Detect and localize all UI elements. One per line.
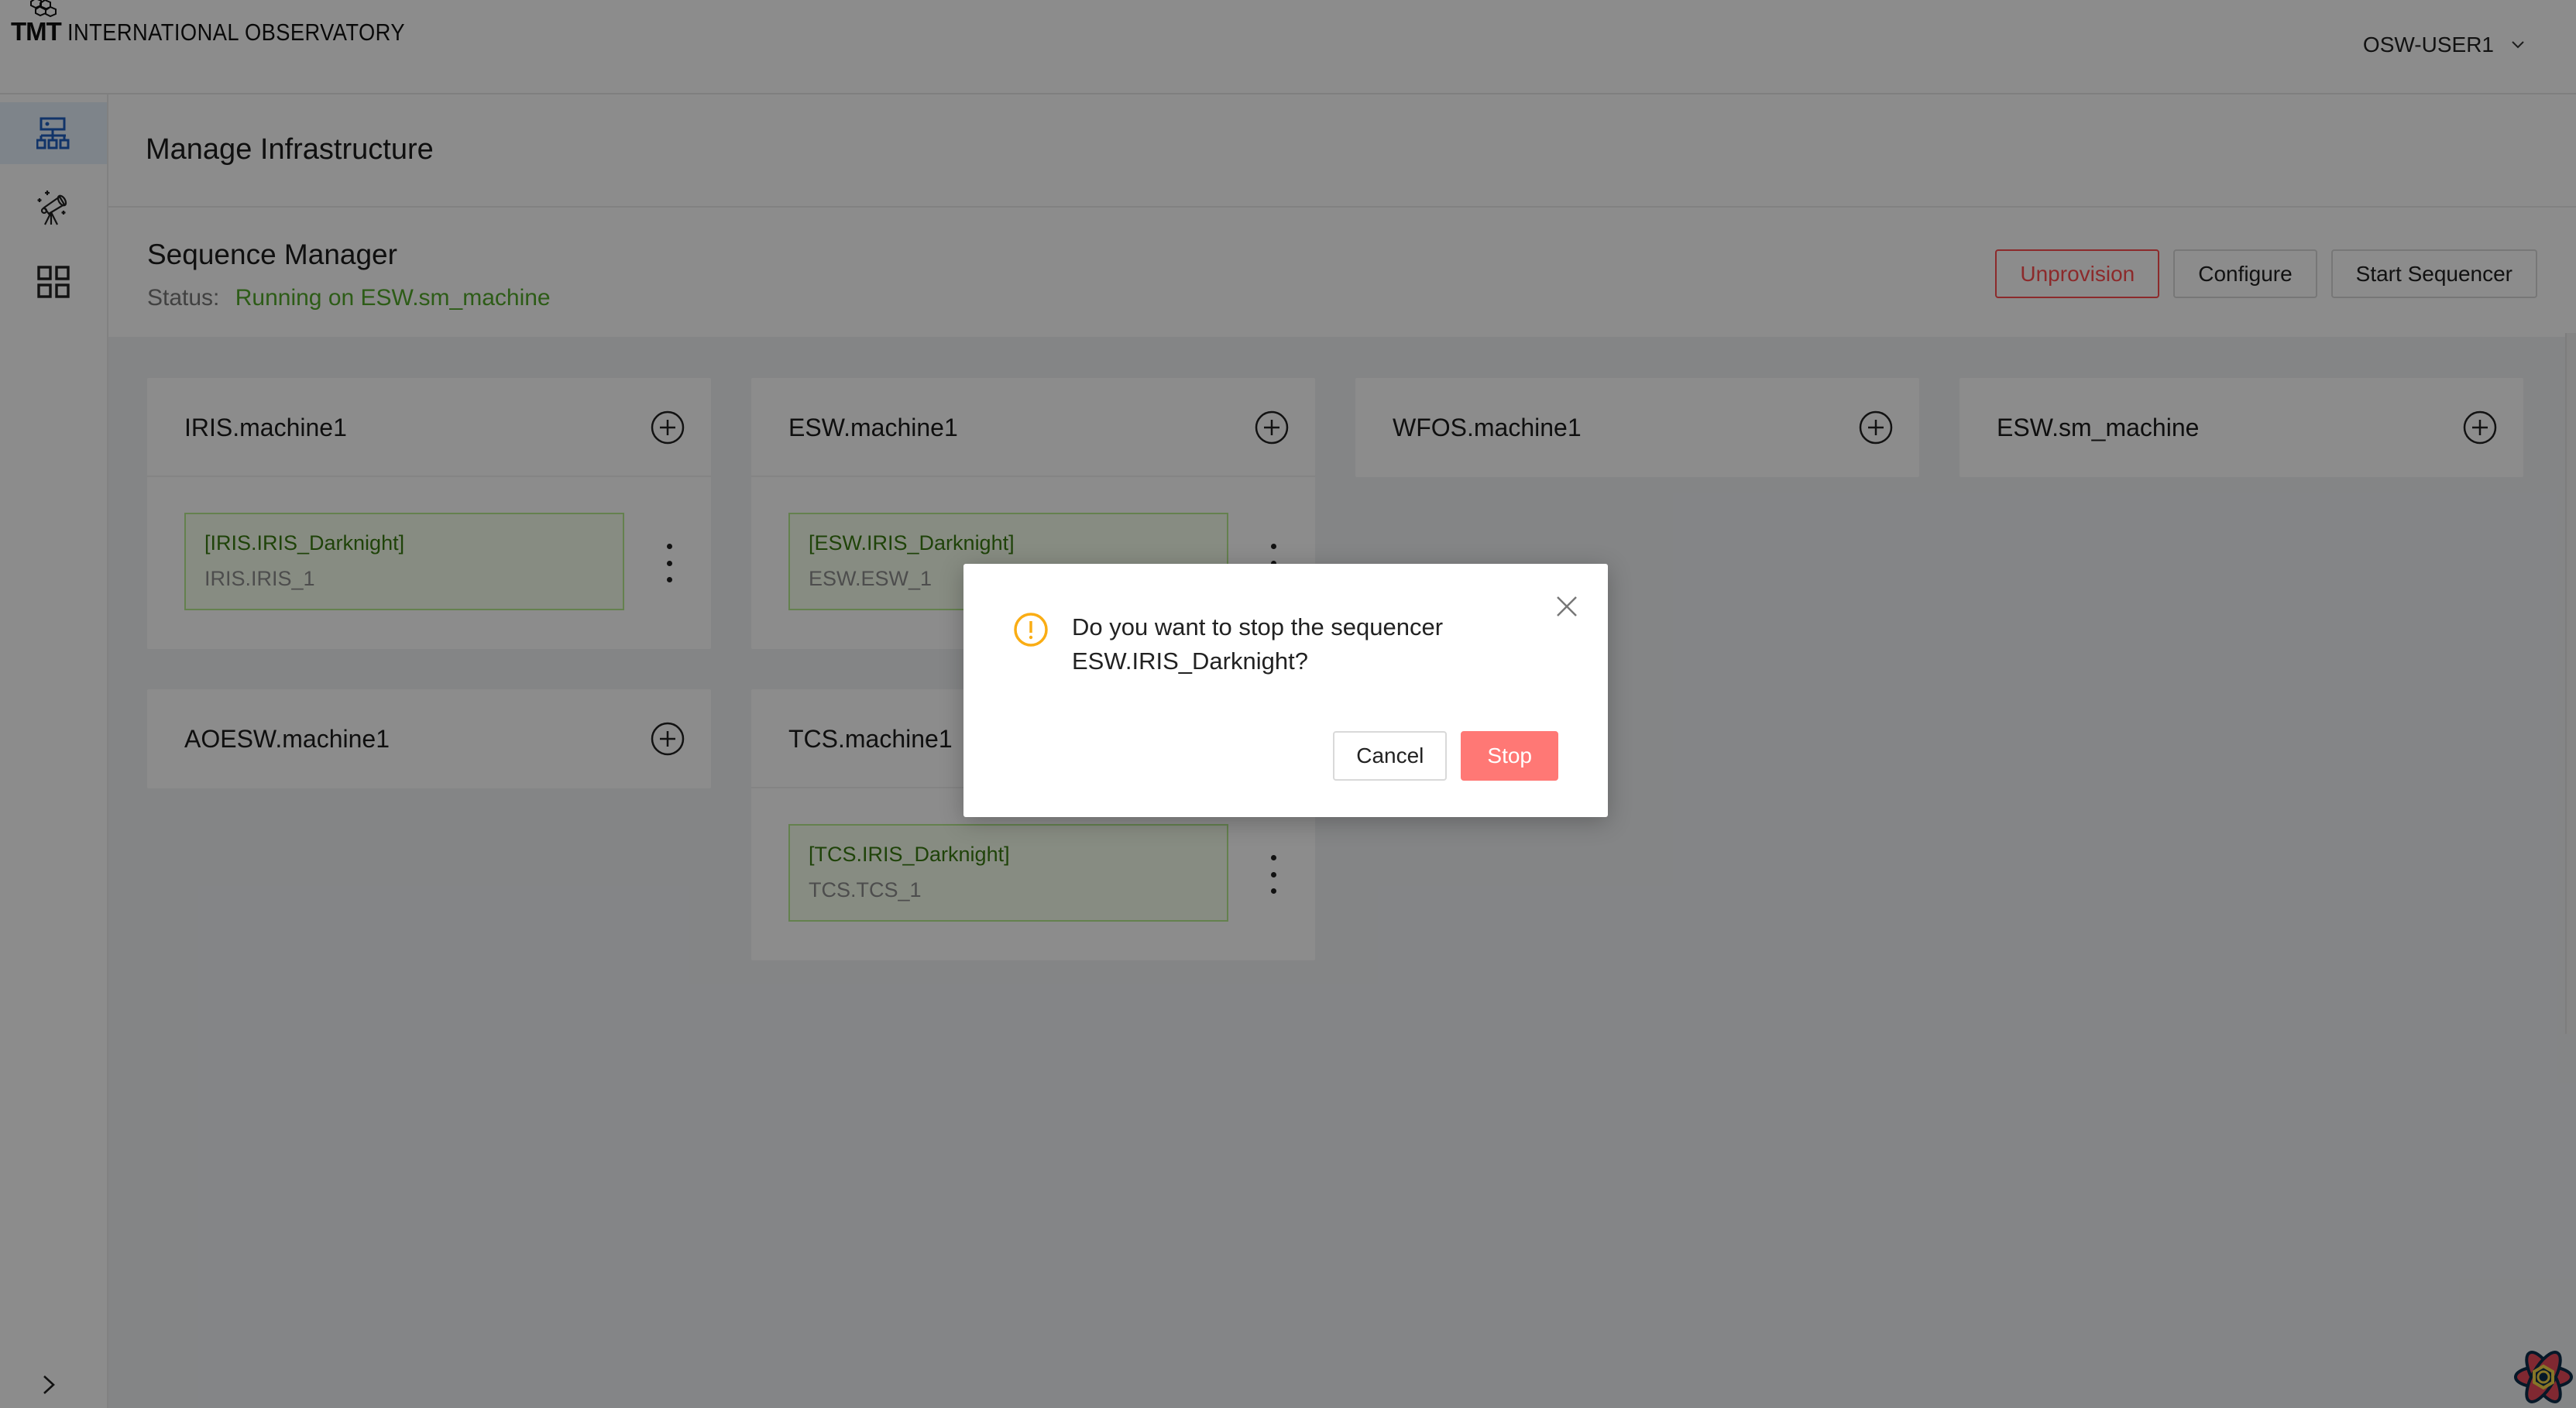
dialog-message-line1: Do you want to stop the sequencer: [1072, 613, 1444, 640]
stop-button[interactable]: Stop: [1461, 731, 1558, 781]
dialog-message-line2: ESW.IRIS_Darknight?: [1072, 647, 1308, 675]
dialog-actions: Cancel Stop: [1333, 731, 1558, 781]
cancel-button[interactable]: Cancel: [1333, 731, 1448, 781]
exclamation-circle-icon: [1014, 613, 1048, 647]
stop-sequencer-dialog: Do you want to stop the sequencer ESW.IR…: [963, 564, 1608, 817]
close-icon[interactable]: [1554, 593, 1580, 620]
dialog-message: Do you want to stop the sequencer ESW.IR…: [1072, 610, 1506, 678]
